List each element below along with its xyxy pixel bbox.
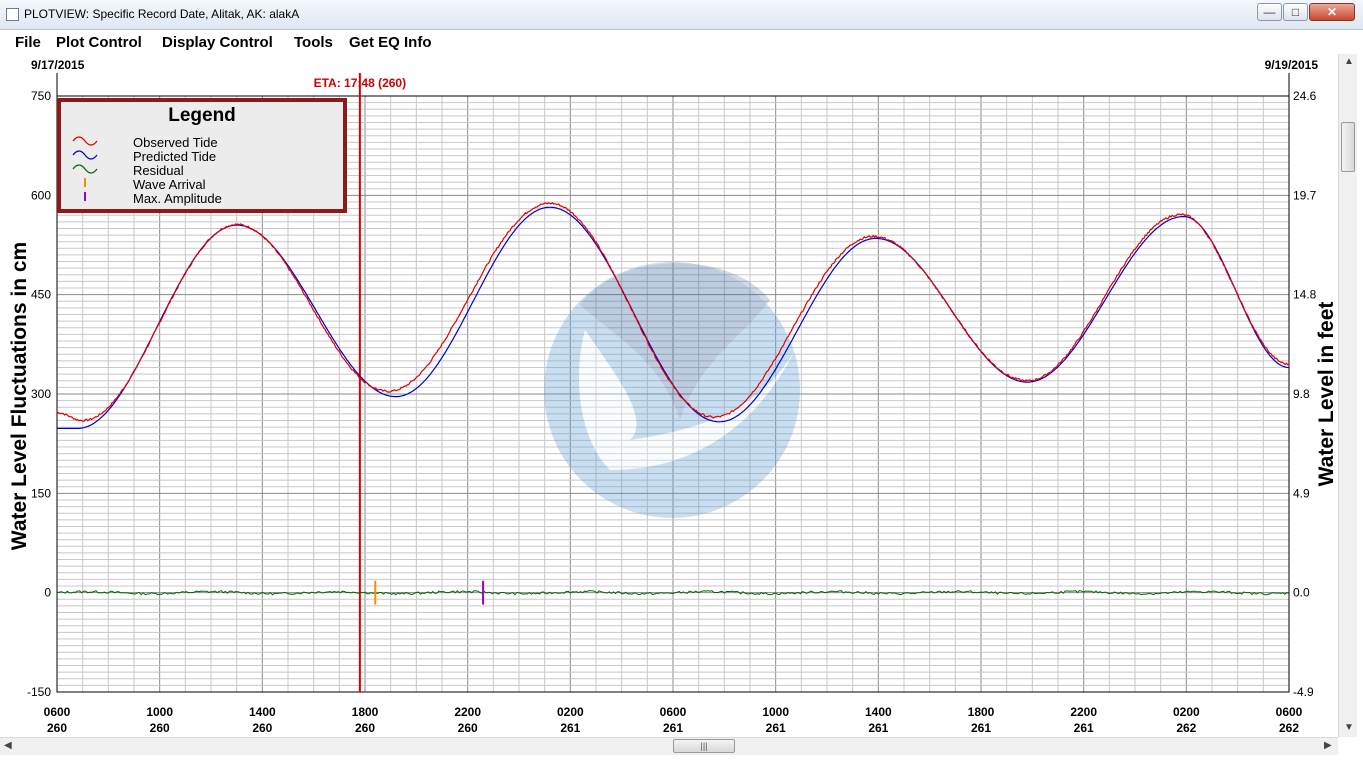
- y2-tick-label: 19.7: [1293, 188, 1317, 202]
- y-tick-label: 0: [44, 586, 51, 600]
- x-tick-time: 2200: [454, 705, 481, 719]
- y-tick-label: 450: [31, 288, 51, 302]
- x-tick-day: 261: [1074, 721, 1094, 735]
- legend-wave-arrival: Wave Arrival: [133, 177, 206, 192]
- end-date-label: 9/19/2015: [1265, 58, 1319, 72]
- x-tick-day: 260: [458, 721, 478, 735]
- x-tick-day: 262: [1176, 721, 1196, 735]
- scroll-left-arrow-icon[interactable]: ◀: [4, 740, 12, 751]
- x-tick-time: 1800: [968, 705, 995, 719]
- y-tick-label: 150: [31, 486, 51, 500]
- horizontal-scrollbar[interactable]: ◀ ||| ▶: [0, 737, 1338, 755]
- x-tick-day: 260: [47, 721, 67, 735]
- legend-observed-tide: Observed Tide: [133, 135, 218, 150]
- y2-axis-label: Water Level in feet: [1315, 302, 1338, 487]
- predicted-tide-swatch: [72, 150, 98, 160]
- x-tick-time: 1000: [146, 705, 173, 719]
- start-date-label: 9/17/2015: [31, 58, 85, 72]
- x-tick-day: 260: [355, 721, 375, 735]
- legend-residual: Residual: [133, 163, 184, 178]
- x-tick-time: 0600: [44, 705, 71, 719]
- x-tick-time: 1400: [249, 705, 276, 719]
- x-tick-time: 1000: [762, 705, 789, 719]
- x-tick-time: 0600: [660, 705, 687, 719]
- x-tick-day: 261: [560, 721, 580, 735]
- x-tick-day: 261: [663, 721, 683, 735]
- y2-tick-label: 4.9: [1293, 486, 1310, 500]
- x-tick-time: 2200: [1070, 705, 1097, 719]
- y-axis-label: Water Level Fluctuations in cm: [8, 242, 31, 550]
- y-tick-label: 750: [31, 89, 51, 103]
- scroll-right-arrow-icon[interactable]: ▶: [1324, 740, 1332, 751]
- legend-title: Legend: [168, 105, 236, 126]
- y2-tick-label: 24.6: [1293, 89, 1317, 103]
- x-tick-time: 0200: [557, 705, 584, 719]
- x-tick-time: 1800: [352, 705, 379, 719]
- x-tick-day: 262: [1279, 721, 1299, 735]
- x-tick-day: 260: [252, 721, 272, 735]
- y-tick-label: 300: [31, 387, 51, 401]
- legend-max-amplitude: Max. Amplitude: [133, 191, 222, 206]
- x-tick-time: 1400: [865, 705, 892, 719]
- legend-markers: [72, 136, 98, 201]
- grip-icon: |||: [700, 741, 708, 751]
- y2-tick-label: 14.8: [1293, 288, 1317, 302]
- y-tick-label: 600: [31, 188, 51, 202]
- scroll-up-arrow-icon[interactable]: ▲: [1344, 56, 1354, 67]
- legend: Legend Observed Tide Predicted Tide Resi…: [57, 98, 347, 213]
- legend-predicted-tide: Predicted Tide: [133, 149, 217, 164]
- eta-label: ETA: 17:48 (260): [314, 76, 406, 90]
- y2-tick-label: 9.8: [1293, 387, 1310, 401]
- scroll-down-arrow-icon[interactable]: ▼: [1344, 722, 1354, 733]
- x-tick-time: 0600: [1276, 705, 1303, 719]
- x-tick-day: 260: [150, 721, 170, 735]
- observed-tide-swatch: [72, 136, 98, 146]
- x-tick-day: 261: [766, 721, 786, 735]
- x-tick-day: 261: [868, 721, 888, 735]
- y2-tick-label: -4.9: [1293, 685, 1314, 699]
- residual-swatch: [72, 164, 98, 174]
- y2-tick-label: 0.0: [1293, 586, 1310, 600]
- horizontal-scroll-thumb[interactable]: |||: [673, 739, 735, 753]
- vertical-scroll-thumb[interactable]: [1341, 122, 1355, 172]
- x-tick-day: 261: [971, 721, 991, 735]
- x-tick-time: 0200: [1173, 705, 1200, 719]
- y-tick-label: -150: [27, 685, 51, 699]
- vertical-scrollbar[interactable]: ▲ ▼: [1338, 54, 1357, 737]
